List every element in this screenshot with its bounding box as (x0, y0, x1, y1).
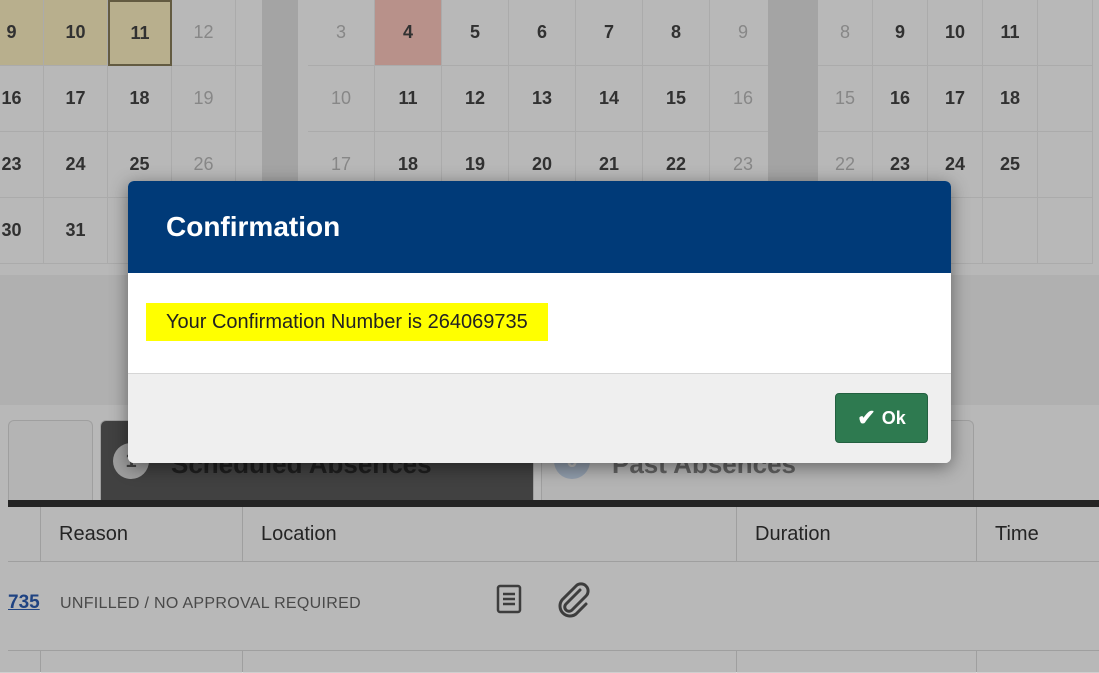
dialog-footer: ✔ Ok (128, 374, 951, 463)
checkmark-icon: ✔ (857, 405, 876, 430)
ok-button-label: Ok (881, 407, 906, 428)
ok-button[interactable]: ✔ Ok (835, 393, 928, 443)
confirmation-message: Your Confirmation Number is 264069735 (146, 303, 548, 341)
dialog-body: Your Confirmation Number is 264069735 (128, 273, 951, 374)
dialog-title: Confirmation (166, 211, 341, 242)
dialog-header: Confirmation (128, 181, 951, 273)
confirmation-dialog: Confirmation Your Confirmation Number is… (128, 181, 951, 463)
